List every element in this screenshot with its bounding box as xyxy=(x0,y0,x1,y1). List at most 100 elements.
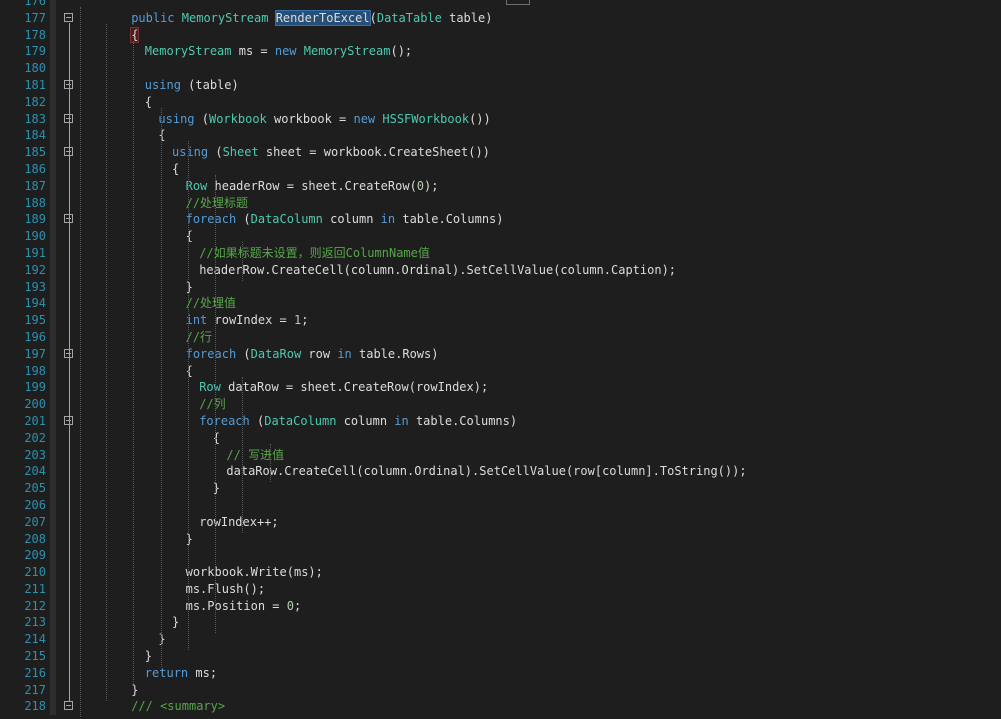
code-text: //如果标题未设置，则返回ColumnName值 xyxy=(199,245,430,262)
code-token: foreach xyxy=(185,212,237,227)
code-text: //处理标题 xyxy=(186,195,248,212)
code-text: foreach (DataColumn column in table.Colu… xyxy=(186,211,504,228)
code-token: ; xyxy=(301,313,309,328)
code-text: workbook.Write(ms); xyxy=(186,564,323,581)
code-text: } xyxy=(158,631,165,648)
line-number: 193 xyxy=(24,279,46,294)
code-token: { xyxy=(130,26,140,43)
code-line[interactable]: 218 /// <summary> xyxy=(0,698,1001,715)
line-number: 188 xyxy=(24,195,46,210)
code-text: } xyxy=(186,531,193,548)
code-line[interactable]: 216 return ms; xyxy=(0,665,1001,682)
code-line[interactable]: 188 //处理标题 xyxy=(0,195,1001,212)
code-token: MemoryStream xyxy=(303,44,391,59)
code-line[interactable]: 176 xyxy=(0,0,1001,10)
code-token: public xyxy=(131,10,182,25)
code-line[interactable]: 185 using (Sheet sheet = workbook.CreateS… xyxy=(0,144,1001,161)
code-line[interactable]: 217} xyxy=(0,682,1001,699)
line-number: 181 xyxy=(24,77,46,92)
indent-guide xyxy=(215,175,216,634)
code-line[interactable]: 178 { xyxy=(0,26,1001,44)
code-line[interactable]: 184 { xyxy=(0,127,1001,144)
code-line[interactable]: 208} xyxy=(0,531,1001,548)
line-number: 213 xyxy=(24,615,46,630)
code-line[interactable]: 207 rowIndex++; xyxy=(0,514,1001,531)
code-token: ( xyxy=(236,346,251,361)
code-token: ms.Flush(); xyxy=(185,581,266,596)
code-token: headerRow.CreateCell(column.Ordinal).Set… xyxy=(199,262,677,277)
code-line[interactable]: 196 //行 xyxy=(0,329,1001,346)
code-text: public MemoryStream RenderToExcel(DataTa… xyxy=(131,9,493,27)
code-line[interactable]: 211 ms.Flush(); xyxy=(0,581,1001,598)
code-token: ( xyxy=(194,111,209,126)
code-line[interactable]: 203 // 写进值 xyxy=(0,447,1001,464)
code-line[interactable]: 180 xyxy=(0,60,1001,77)
code-line[interactable]: 181 using (table) xyxy=(0,77,1001,94)
code-line[interactable]: 186 { xyxy=(0,161,1001,178)
code-token: //处理标题 xyxy=(185,195,249,210)
code-text: //处理值 xyxy=(186,295,236,312)
code-line[interactable]: 209 xyxy=(0,547,1001,564)
code-token: { xyxy=(172,161,180,176)
code-token: rowIndex++; xyxy=(199,514,279,529)
code-line[interactable]: 193} xyxy=(0,279,1001,296)
code-text: { xyxy=(145,94,152,111)
code-token: // 写进值 xyxy=(226,447,285,462)
code-line[interactable]: 194 //处理值 xyxy=(0,295,1001,312)
code-token: dataRow.CreateCell(column.Ordinal).SetCe… xyxy=(226,464,747,479)
code-text: foreach (DataColumn column in table.Colu… xyxy=(199,413,517,430)
code-line[interactable]: 183 using (Workbook workbook = new HSSFWo… xyxy=(0,111,1001,128)
code-token: DataRow xyxy=(250,346,302,361)
collapse-icon[interactable] xyxy=(64,12,73,22)
code-token: ); xyxy=(424,178,439,193)
code-line[interactable]: 197 foreach (DataRow row in table.Rows) xyxy=(0,346,1001,363)
code-text: foreach (DataRow row in table.Rows) xyxy=(186,346,439,363)
code-token: table) xyxy=(441,10,493,25)
code-token: new xyxy=(353,111,383,126)
code-line[interactable]: 212 ms.Position = 0; xyxy=(0,598,1001,615)
code-line[interactable]: 206 xyxy=(0,497,1001,514)
code-line[interactable]: 210 workbook.Write(ms); xyxy=(0,564,1001,581)
code-line[interactable]: 189 foreach (DataColumn column in table.C… xyxy=(0,211,1001,228)
code-line[interactable]: 213} xyxy=(0,614,1001,631)
code-line[interactable]: 199 Row dataRow = sheet.CreateRow(rowInde… xyxy=(0,379,1001,396)
code-line[interactable]: 190 { xyxy=(0,228,1001,245)
indent-guide xyxy=(80,7,81,718)
code-line[interactable]: 198 { xyxy=(0,363,1001,380)
code-line[interactable]: 201 foreach (DataColumn column in table.C… xyxy=(0,413,1001,430)
code-token: DataColumn xyxy=(250,212,323,227)
code-token: MemoryStream xyxy=(144,44,232,59)
code-line[interactable]: 205} xyxy=(0,480,1001,497)
code-line[interactable]: 202 { xyxy=(0,430,1001,447)
code-token: using xyxy=(172,145,209,160)
code-line[interactable]: 177 public MemoryStream RenderToExcel(Dat… xyxy=(0,9,1001,27)
code-text: dataRow.CreateCell(column.Ordinal).SetCe… xyxy=(226,463,746,480)
indent-guide xyxy=(270,443,271,483)
code-line[interactable]: 200 //列 xyxy=(0,396,1001,413)
code-line[interactable]: 214} xyxy=(0,631,1001,648)
code-line[interactable]: 192 headerRow.CreateCell(column.Ordinal).… xyxy=(0,262,1001,279)
code-token: sheet = workbook.CreateSheet()) xyxy=(258,145,490,160)
code-line[interactable]: 179 MemoryStream ms = new MemoryStream(); xyxy=(0,43,1001,60)
code-token: in xyxy=(337,346,352,361)
line-number: 199 xyxy=(24,380,46,395)
code-line[interactable]: 187 Row headerRow = sheet.CreateRow(0); xyxy=(0,178,1001,195)
code-line[interactable]: 182 { xyxy=(0,94,1001,111)
code-line[interactable]: 191 //如果标题未设置，则返回ColumnName值 xyxy=(0,245,1001,262)
code-text: ms.Flush(); xyxy=(186,581,265,598)
line-number: 202 xyxy=(24,430,46,445)
code-token: DataTable xyxy=(376,10,442,25)
code-token: { xyxy=(185,363,193,378)
code-line[interactable]: 195 int rowIndex = 1; xyxy=(0,312,1001,329)
line-number: 201 xyxy=(24,413,46,428)
code-line[interactable]: 215} xyxy=(0,648,1001,665)
code-token: MemoryStream xyxy=(181,10,276,25)
code-token: } xyxy=(185,279,193,294)
code-editor[interactable]: 176 177 public MemoryStream RenderToExcel(… xyxy=(0,0,1001,718)
collapse-icon[interactable] xyxy=(64,701,73,711)
line-number: 198 xyxy=(24,363,46,378)
code-text: using (Sheet sheet = workbook.CreateShee… xyxy=(172,144,490,161)
line-number: 207 xyxy=(24,514,46,529)
code-token: column xyxy=(336,413,395,428)
code-line[interactable]: 204 dataRow.CreateCell(column.Ordinal).Se… xyxy=(0,463,1001,480)
